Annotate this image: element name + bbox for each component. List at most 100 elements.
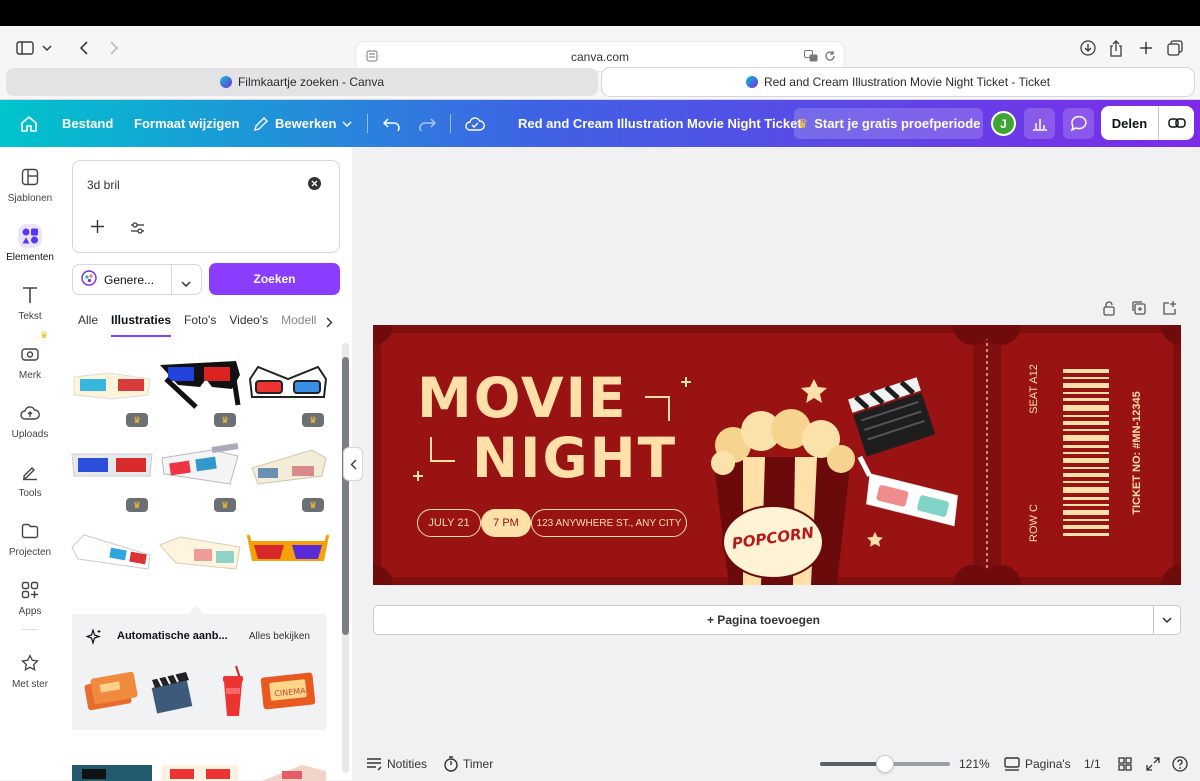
search-input[interactable]: 3d bril	[72, 160, 340, 253]
text-icon	[18, 283, 42, 307]
file-menu[interactable]: Bestand	[62, 100, 113, 147]
rail-item-projects[interactable]: Projecten	[0, 519, 60, 558]
comments-button[interactable]	[1063, 108, 1094, 139]
timer-button[interactable]: Timer	[444, 748, 493, 780]
result-3d-glasses[interactable]	[246, 527, 330, 587]
clear-icon[interactable]	[308, 177, 321, 195]
undo-button[interactable]	[383, 100, 401, 147]
sidebar-toggle-icon[interactable]	[14, 38, 36, 58]
document-title[interactable]: Red and Cream Illustration Movie Night T…	[518, 100, 802, 147]
result-3d-glasses[interactable]: ♛	[246, 357, 330, 427]
download-icon[interactable]	[1078, 38, 1098, 58]
result-3d-glasses[interactable]: ♛	[246, 442, 330, 512]
new-tab-icon[interactable]	[1136, 38, 1156, 58]
suggestion-tickets[interactable]	[84, 669, 138, 718]
trial-button[interactable]: ♛ Start je gratis proefperiode	[794, 108, 983, 139]
chevron-right-icon[interactable]	[326, 315, 333, 333]
avatar[interactable]: J	[991, 111, 1016, 136]
rail-item-templates[interactable]: Sjablonen	[0, 165, 60, 204]
edit-menu[interactable]: Bewerken	[253, 100, 352, 147]
more-results[interactable]	[72, 751, 332, 781]
ticket-title-movie[interactable]: MOVIE	[417, 371, 628, 426]
search-button[interactable]: Zoeken	[209, 263, 340, 295]
share-button[interactable]: Delen	[1101, 106, 1159, 140]
add-icon[interactable]	[91, 220, 104, 238]
bar-chart-icon	[1032, 118, 1047, 131]
redo-button[interactable]	[418, 100, 436, 147]
url-bar[interactable]: canva.com	[356, 42, 844, 71]
help-button[interactable]	[1172, 748, 1188, 780]
rail-label: Uploads	[11, 429, 49, 440]
row-label[interactable]: ROW C	[1028, 481, 1044, 565]
chevron-down-icon	[1162, 617, 1172, 623]
scrollbar-thumb[interactable]	[342, 357, 349, 635]
fullscreen-button[interactable]	[1146, 748, 1160, 780]
ticket-address[interactable]: 123 ANYWHERE ST., ANY CITY	[531, 509, 687, 537]
reader-icon[interactable]	[366, 50, 378, 65]
result-3d-glasses[interactable]	[70, 527, 154, 587]
insights-button[interactable]	[1024, 108, 1055, 139]
seat-label[interactable]: SEAT A12	[1028, 347, 1044, 431]
lock-icon[interactable]	[1101, 300, 1119, 318]
collapse-panel-button[interactable]	[343, 447, 363, 481]
share-sheet-icon[interactable]	[1106, 38, 1126, 58]
browser-chrome: canva.com Filmkaartje zoeken - Canva Red…	[0, 26, 1200, 100]
ticket-title-night[interactable]: NIGHT	[472, 431, 677, 486]
resize-menu[interactable]: Formaat wijzigen	[134, 100, 239, 147]
home-button[interactable]	[20, 100, 38, 147]
rail-item-uploads[interactable]: Uploads	[0, 401, 60, 440]
search-value[interactable]: 3d bril	[87, 178, 120, 192]
tab-illustrations[interactable]: Illustraties	[111, 313, 172, 337]
rail-item-starred[interactable]: Met ster	[0, 651, 60, 690]
translate-icon[interactable]	[804, 50, 818, 65]
rail-item-tools[interactable]: Tools	[0, 460, 60, 499]
3d-glasses-icon	[160, 361, 241, 409]
filter-icon[interactable]	[131, 221, 144, 239]
browser-tab-search[interactable]: Filmkaartje zoeken - Canva	[6, 68, 598, 96]
tab-models[interactable]: Modell	[281, 313, 316, 337]
ticket-design[interactable]: MOVIE NIGHT JULY 21 7 PM 123 ANYWHERE ST…	[373, 325, 1181, 585]
suggestion-cinema-ticket[interactable]: CINEMA	[260, 669, 316, 718]
zoom-value[interactable]: 121%	[959, 748, 990, 780]
add-page-button[interactable]: + Pagina toevoegen	[374, 606, 1153, 634]
cloud-saved-button[interactable]	[465, 100, 485, 147]
see-all-link[interactable]: Alles bekijken	[249, 631, 310, 642]
result-3d-glasses[interactable]	[158, 527, 242, 587]
notes-button[interactable]: Notities	[366, 748, 427, 780]
popcorn-box-icon	[711, 409, 855, 585]
present-button[interactable]	[1159, 106, 1194, 140]
tab-all[interactable]: Alle	[78, 313, 98, 337]
timer-label: Timer	[463, 757, 494, 771]
ticket-date[interactable]: JULY 21	[417, 509, 481, 537]
tab-videos[interactable]: Video's	[229, 313, 268, 337]
result-3d-glasses[interactable]: ♛	[158, 357, 242, 427]
zoom-slider-handle[interactable]	[877, 756, 893, 772]
pages-button[interactable]: Pagina's	[1004, 748, 1071, 780]
browser-tab-ticket[interactable]: Red and Cream Illustration Movie Night T…	[602, 68, 1194, 96]
result-3d-glasses[interactable]: ♛	[70, 442, 154, 512]
duplicate-page-icon[interactable]	[1131, 300, 1149, 318]
chevron-down-icon[interactable]	[181, 276, 191, 290]
3d-glasses-icon	[71, 534, 151, 570]
add-page-options[interactable]	[1153, 606, 1180, 634]
rail-item-elements[interactable]: Elementen	[0, 224, 60, 263]
ticket-time[interactable]: 7 PM	[481, 509, 531, 537]
result-3d-glasses[interactable]: ♛	[70, 357, 154, 427]
add-page-icon[interactable]	[1161, 300, 1179, 318]
suggestion-cup[interactable]	[218, 664, 248, 725]
tab-photos[interactable]: Foto's	[184, 313, 216, 337]
reload-icon[interactable]	[824, 50, 836, 65]
ticket-number[interactable]: TICKET NO: #MN-12345	[1131, 383, 1147, 523]
back-icon[interactable]	[76, 38, 92, 58]
tab-overview-icon[interactable]	[1164, 38, 1186, 58]
forward-icon[interactable]	[106, 38, 122, 58]
result-3d-glasses[interactable]: ♛	[158, 442, 242, 512]
generate-dropdown[interactable]: Genere...	[72, 264, 202, 295]
chevron-down-icon[interactable]	[40, 38, 54, 58]
suggestion-clapperboard[interactable]	[146, 666, 196, 721]
rail-item-apps[interactable]: Apps	[0, 578, 60, 617]
rail-item-text[interactable]: Tekst	[0, 283, 60, 322]
rail-item-brand[interactable]: Merk ♛	[0, 330, 60, 381]
grid-view-button[interactable]	[1118, 748, 1132, 780]
zoom-slider[interactable]	[820, 756, 950, 772]
